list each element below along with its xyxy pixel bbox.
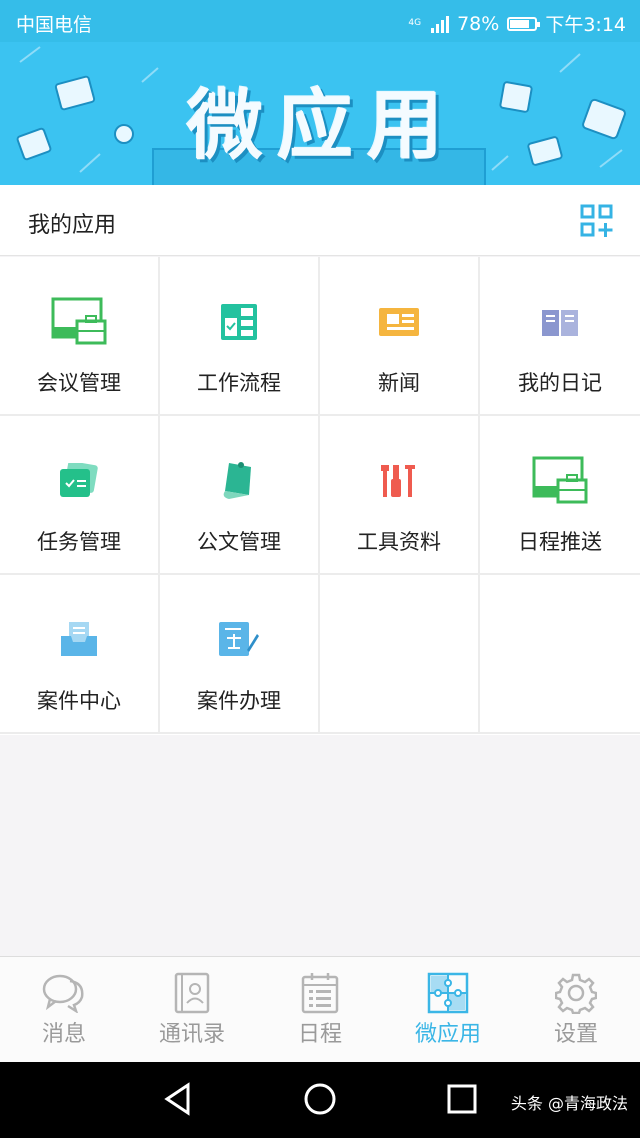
status-bar: 中国电信 4G 78% 下午3:14 xyxy=(0,0,640,42)
empty-cell xyxy=(320,575,480,734)
tab-micro-apps[interactable]: 微应用 xyxy=(384,957,512,1062)
app-label: 案件中心 xyxy=(37,689,121,713)
back-icon[interactable] xyxy=(162,1082,194,1116)
schedule-board-icon xyxy=(532,450,588,512)
signal-icon xyxy=(431,15,450,33)
status-right: 4G 78% 下午3:14 xyxy=(408,10,626,37)
app-label: 工具资料 xyxy=(357,530,441,554)
calendar-icon xyxy=(300,972,340,1014)
app-case-handling[interactable]: 案件办理 xyxy=(160,575,320,734)
tab-messages[interactable]: 消息 xyxy=(0,957,128,1062)
banner: 微应用 xyxy=(0,42,640,185)
puzzle-icon xyxy=(427,972,469,1014)
document-scroll-icon xyxy=(219,450,259,512)
empty-cell xyxy=(480,575,640,734)
app-tools-materials[interactable]: 工具资料 xyxy=(320,416,480,575)
app-label: 公文管理 xyxy=(197,530,281,554)
book-icon xyxy=(540,291,580,353)
system-nav-bar: 头条 @青海政法 xyxy=(0,1062,640,1138)
app-document-management[interactable]: 公文管理 xyxy=(160,416,320,575)
case-handle-icon xyxy=(219,609,259,671)
tab-settings[interactable]: 设置 xyxy=(512,957,640,1062)
carrier-label: 中国电信 xyxy=(16,14,93,36)
app-label: 工作流程 xyxy=(197,371,281,395)
clock: 下午3:14 xyxy=(545,14,626,36)
app-label: 案件办理 xyxy=(197,689,281,713)
my-apps-header: 我的应用 xyxy=(0,185,640,256)
newspaper-icon xyxy=(379,291,419,353)
gear-icon xyxy=(555,972,597,1014)
tab-contacts[interactable]: 通讯录 xyxy=(128,957,256,1062)
app-grid: 会议管理 工作流程 新闻 我的日记 任务管理 公文管理 工具资料 日程推送 案件… xyxy=(0,257,640,735)
app-label: 新闻 xyxy=(378,371,420,395)
my-apps-title: 我的应用 xyxy=(28,213,117,238)
app-workflow[interactable]: 工作流程 xyxy=(160,257,320,416)
app-meeting-management[interactable]: 会议管理 xyxy=(0,257,160,416)
tab-schedule[interactable]: 日程 xyxy=(256,957,384,1062)
app-my-diary[interactable]: 我的日记 xyxy=(480,257,640,416)
qr-add-icon[interactable] xyxy=(580,204,614,238)
app-task-management[interactable]: 任务管理 xyxy=(0,416,160,575)
tab-label: 微应用 xyxy=(414,1022,481,1047)
network-type: 4G xyxy=(408,18,422,28)
tab-label: 通讯录 xyxy=(158,1022,225,1047)
app-label: 我的日记 xyxy=(518,371,602,395)
app-label: 日程推送 xyxy=(518,530,602,554)
tab-label: 设置 xyxy=(553,1022,598,1047)
app-case-center[interactable]: 案件中心 xyxy=(0,575,160,734)
banner-title: 微应用 xyxy=(187,81,457,170)
meeting-board-icon xyxy=(51,291,107,353)
app-label: 会议管理 xyxy=(37,371,121,395)
battery-percent: 78% xyxy=(457,12,500,35)
case-inbox-icon xyxy=(61,609,97,671)
workflow-icon xyxy=(221,291,257,353)
tools-icon xyxy=(379,450,419,512)
message-bubble-icon xyxy=(42,972,86,1014)
tab-label: 消息 xyxy=(41,1022,86,1047)
app-label: 任务管理 xyxy=(37,530,121,554)
battery-icon xyxy=(507,16,541,31)
recents-icon[interactable] xyxy=(446,1082,478,1116)
tab-label: 日程 xyxy=(297,1022,342,1047)
task-card-icon xyxy=(60,450,98,512)
contacts-icon xyxy=(172,972,212,1014)
app-news[interactable]: 新闻 xyxy=(320,257,480,416)
bottom-tab-bar: 消息 通讯录 日程 微应用 设置 xyxy=(0,956,640,1062)
watermark: 头条 @青海政法 xyxy=(510,1094,628,1113)
app-schedule-push[interactable]: 日程推送 xyxy=(480,416,640,575)
home-icon[interactable] xyxy=(303,1082,337,1116)
